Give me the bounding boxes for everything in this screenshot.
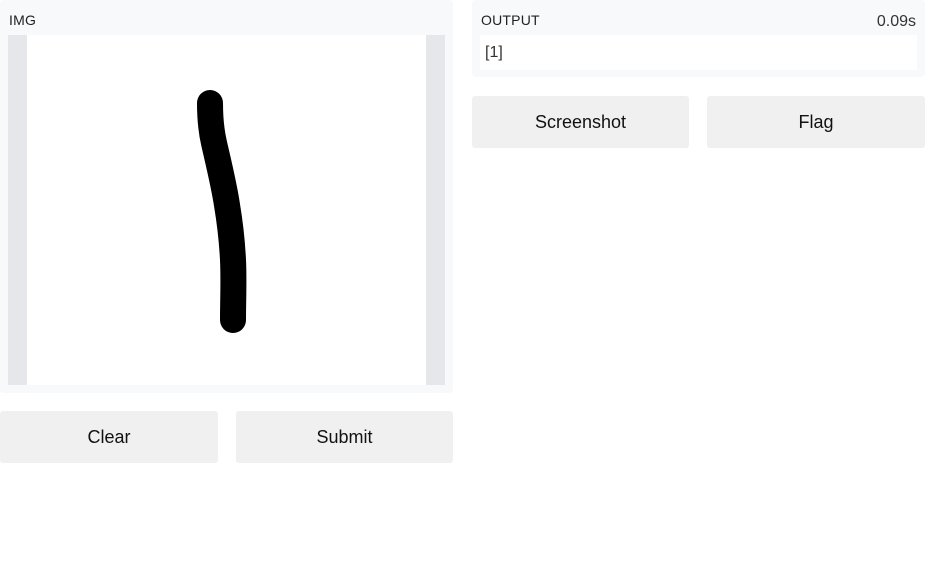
app-root: IMG OUTPUT 0.09s [1] Clear Submit Screen… xyxy=(0,0,925,563)
clear-button[interactable]: Clear xyxy=(0,411,218,463)
sketchpad-canvas[interactable] xyxy=(27,35,426,385)
output-textbox[interactable]: [1] xyxy=(480,35,917,70)
input-panel: IMG xyxy=(0,0,453,393)
output-panel: OUTPUT 0.09s [1] xyxy=(472,0,925,77)
sketchpad-frame xyxy=(8,35,445,385)
output-label: OUTPUT xyxy=(481,12,540,28)
flag-button[interactable]: Flag xyxy=(707,96,925,148)
drawn-digit-stroke xyxy=(197,90,247,333)
input-label: IMG xyxy=(9,12,37,28)
output-value: [1] xyxy=(485,44,503,61)
timer-display: 0.09s xyxy=(876,13,916,30)
submit-button[interactable]: Submit xyxy=(236,411,453,463)
screenshot-button[interactable]: Screenshot xyxy=(472,96,689,148)
